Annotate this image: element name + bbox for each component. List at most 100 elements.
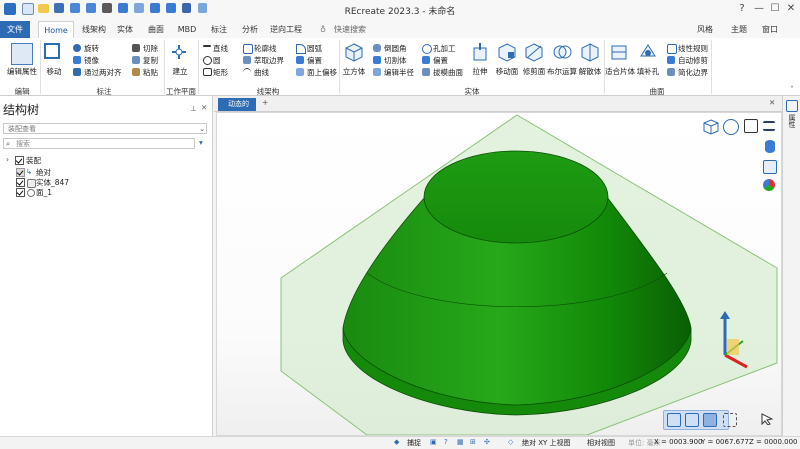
face-offset-button[interactable]: 面上偏移 — [307, 67, 337, 78]
style-menu[interactable]: 风格 — [697, 24, 713, 35]
tree-search-input[interactable]: 搜索 — [3, 138, 195, 149]
axis-icon: ↳ — [26, 167, 33, 176]
move-button[interactable]: 移动 — [43, 66, 65, 77]
curve-button[interactable]: 曲线 — [254, 67, 269, 78]
tab-file[interactable]: 文件 — [0, 21, 30, 38]
cut-body-icon — [373, 56, 381, 64]
quick-search[interactable]: 快速搜索 — [332, 21, 368, 38]
view-shaded-icon[interactable] — [703, 413, 717, 427]
filter-icon[interactable]: ▾ — [199, 138, 203, 147]
root-checkbox[interactable] — [15, 156, 24, 165]
split-body-button[interactable]: 解散体 — [575, 66, 605, 77]
rotate-button[interactable]: 旋转 — [84, 43, 99, 54]
tree-checkbox[interactable] — [16, 178, 25, 187]
split-body-icon — [580, 42, 600, 62]
section-view-icon[interactable] — [763, 160, 777, 174]
boolean-button[interactable]: 布尔运算 — [546, 66, 578, 77]
close-button[interactable]: ✕ — [784, 2, 798, 16]
shell-button[interactable]: 偏置 — [433, 55, 448, 66]
paste-button[interactable]: 粘贴 — [143, 67, 158, 78]
add-tab-icon[interactable]: + — [262, 98, 268, 107]
3d-viewport[interactable] — [216, 112, 782, 436]
create-button[interactable]: 建立 — [168, 66, 192, 77]
expand-arrow-icon[interactable]: › — [6, 155, 9, 164]
fillet-button[interactable]: 圆弧 — [307, 43, 322, 54]
view-cube-icon[interactable] — [703, 119, 719, 135]
zoom-icon[interactable] — [723, 119, 739, 135]
properties-icon[interactable] — [786, 100, 798, 112]
line-button[interactable]: 直线 — [213, 43, 228, 54]
view-iso-icon[interactable] — [685, 413, 699, 427]
chevron-down-icon[interactable]: ⌄ — [199, 124, 205, 133]
face-offset-icon — [296, 68, 304, 76]
move-face-button[interactable]: 移动面 — [492, 66, 522, 77]
tree-item-face[interactable]: 面_1 — [36, 187, 52, 198]
status-bar: ◆ 捕捉 ▣ ? ▦ ⊞ ✣ ◇ 绝对 XY 上视图 相对视图 单位: 毫米 X… — [0, 436, 800, 449]
tab-solid[interactable]: 实体 — [115, 21, 135, 38]
cut-body-button[interactable]: 切割体 — [384, 55, 407, 66]
tab-mbd[interactable]: MBD — [176, 21, 198, 38]
fit-view-icon[interactable] — [744, 119, 758, 133]
display-mode-icon[interactable] — [765, 140, 775, 153]
move-icon — [44, 43, 60, 59]
help-icon[interactable]: ? — [735, 2, 749, 16]
copy-button[interactable]: 复制 — [143, 55, 158, 66]
offset-button[interactable]: 偏置 — [307, 55, 322, 66]
contour-line-button[interactable]: 轮廓线 — [254, 43, 277, 54]
view-grid-icon[interactable] — [723, 413, 737, 427]
simplify-edge-button[interactable]: 简化边界 — [678, 67, 708, 78]
snap-toggle[interactable]: 捕捉 — [407, 438, 421, 448]
move-face-icon — [497, 42, 517, 62]
loft-surface-icon — [422, 68, 430, 76]
tree-root-assembly[interactable]: 装配 — [26, 155, 41, 166]
window-title: REcreate 2023.3 - 未命名 — [344, 7, 456, 17]
collapse-ribbon-icon[interactable]: ˄ — [790, 85, 794, 94]
align-icon — [73, 68, 81, 76]
rectangle-button[interactable]: 矩形 — [213, 67, 228, 78]
extrude-button[interactable]: 拉伸 — [466, 66, 494, 77]
tab-close-icon[interactable]: ✕ — [769, 98, 775, 107]
edit-properties-button[interactable]: 编辑属性 — [4, 66, 40, 77]
absolute-xy-view[interactable]: 绝对 XY 上视图 — [522, 438, 571, 448]
line-rule-button[interactable]: 线性规则 — [678, 43, 708, 54]
view-front-icon[interactable] — [667, 413, 681, 427]
cut-button[interactable]: 切除 — [143, 43, 158, 54]
via-two-planes-button[interactable]: 通过两对齐 — [84, 67, 122, 78]
cursor-select-icon[interactable] — [761, 413, 774, 426]
chamfer-button[interactable]: 倒圆角 — [384, 43, 407, 54]
trim-face-button[interactable]: 修剪面 — [519, 66, 549, 77]
pin-icon[interactable]: ⊥ — [190, 104, 197, 113]
tab-surface[interactable]: 曲面 — [146, 21, 166, 38]
window-menu[interactable]: 窗口 — [762, 24, 778, 35]
view-mode-select[interactable]: 装配查看 — [3, 123, 207, 134]
hole-feature-button[interactable]: 孔加工 — [433, 43, 456, 54]
plane-status-icon: ◇ — [508, 438, 514, 446]
color-icon[interactable] — [763, 179, 775, 191]
fill-hole-button[interactable]: 填补孔 — [634, 66, 662, 77]
panel-close-icon[interactable]: ✕ — [201, 103, 207, 112]
auto-trim-button[interactable]: 自动修剪 — [678, 55, 708, 66]
fit-body-button[interactable]: 适合片体 — [604, 66, 636, 77]
viewport-tab-dynamic[interactable]: 动态的 — [218, 98, 256, 111]
offset-icon — [296, 56, 304, 64]
tree-checkbox[interactable] — [16, 168, 25, 177]
maximize-button[interactable]: ☐ — [768, 2, 782, 16]
relative-view[interactable]: 相对视图 — [587, 438, 615, 448]
mirror-button[interactable]: 镜像 — [84, 55, 99, 66]
edit-radius-button[interactable]: 编辑半径 — [384, 67, 414, 78]
circle-button[interactable]: 圆 — [213, 55, 221, 66]
tab-analysis[interactable]: 分析 — [240, 21, 260, 38]
tab-wireframe[interactable]: 线架构 — [79, 21, 109, 38]
theme-menu[interactable]: 主题 — [731, 24, 747, 35]
tab-reverse-engineering[interactable]: 逆向工程 — [269, 21, 303, 38]
tab-home[interactable]: Home — [38, 21, 74, 39]
tab-annotation[interactable]: 标注 — [209, 21, 229, 38]
loft-surface-button[interactable]: 拔模曲面 — [433, 67, 463, 78]
create-plane-icon — [170, 43, 188, 61]
cube-button[interactable]: 立方体 — [340, 66, 368, 77]
extract-edge-button[interactable]: 萃取边界 — [254, 55, 284, 66]
menu-icon[interactable] — [763, 121, 775, 131]
tree-checkbox[interactable] — [16, 188, 25, 197]
minimize-button[interactable]: — — [752, 2, 766, 16]
properties-tab[interactable]: 属性 — [787, 114, 797, 128]
